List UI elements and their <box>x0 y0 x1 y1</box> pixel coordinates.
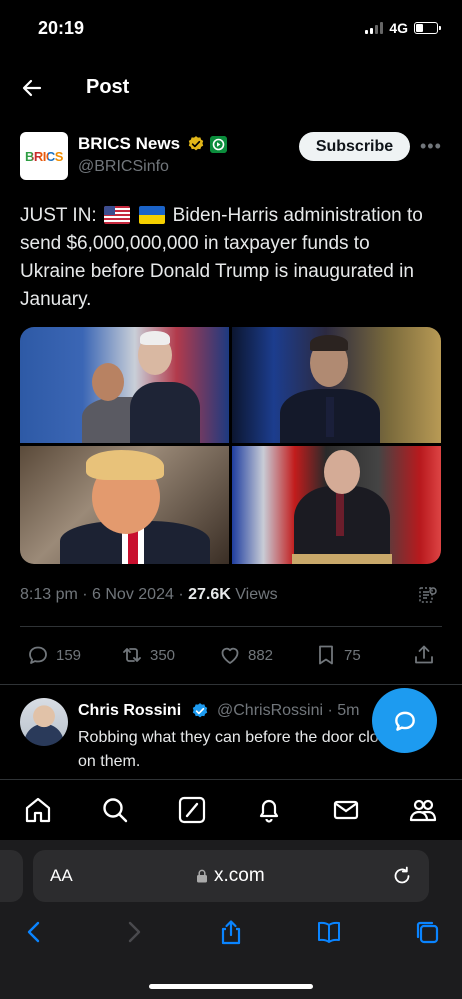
tweet-text: JUST IN: Biden-Harris administration to … <box>20 202 440 314</box>
media-photo-4[interactable] <box>232 446 441 564</box>
verified-icon <box>192 703 208 718</box>
author-avatar[interactable]: BRICS <box>20 132 68 180</box>
ukraine-flag-icon <box>139 206 166 224</box>
repost-action[interactable]: 350 <box>120 643 175 667</box>
url-display[interactable]: x.com <box>196 865 265 887</box>
notifications-bell-icon[interactable] <box>254 795 284 825</box>
compose-reply-button[interactable] <box>372 688 437 753</box>
media-photo-1[interactable] <box>20 327 229 443</box>
reply-action[interactable]: 159 <box>26 643 81 667</box>
communities-icon[interactable] <box>408 795 438 825</box>
repost-icon <box>123 648 141 662</box>
like-action[interactable]: 882 <box>218 643 273 667</box>
author-avatar-text: BRICS <box>25 148 63 164</box>
author-name[interactable]: BRICS News <box>78 134 180 154</box>
network-label: 4G <box>389 20 408 36</box>
tweet-time: 8:13 pm <box>20 586 78 603</box>
affiliate-badge-icon <box>210 136 227 153</box>
share-icon[interactable] <box>412 643 436 667</box>
analytics-icon[interactable] <box>418 585 438 605</box>
repost-count: 350 <box>150 646 176 664</box>
reply-text: Robbing what they can before the door cl… <box>78 729 404 770</box>
media-photo-2[interactable] <box>232 327 441 443</box>
reply-count: 159 <box>56 646 82 664</box>
reply-author-name[interactable]: Chris Rossini <box>78 702 181 720</box>
search-icon[interactable] <box>100 795 130 825</box>
views-count: 27.6K <box>188 586 231 603</box>
url-text: x.com <box>214 865 265 886</box>
like-count: 882 <box>248 646 274 664</box>
page-title: Post <box>86 76 130 98</box>
chat-bubble-icon <box>394 711 415 731</box>
tweet-meta: 8:13 pm · 6 Nov 2024 · 27.6K Views <box>20 586 278 603</box>
grok-icon[interactable] <box>177 795 207 825</box>
home-indicator <box>149 984 313 989</box>
previous-tab-pill[interactable] <box>0 850 23 902</box>
divider <box>0 684 462 685</box>
bookmark-action[interactable]: 75 <box>314 643 361 667</box>
gold-verified-icon <box>188 136 204 151</box>
more-options-icon[interactable]: ••• <box>420 136 442 157</box>
bottom-tab-bar <box>0 779 462 840</box>
browser-share-icon[interactable] <box>217 918 245 946</box>
lock-icon <box>197 869 207 883</box>
browser-forward-icon[interactable] <box>119 918 147 946</box>
reply-icon <box>29 646 47 664</box>
subscribe-button[interactable]: Subscribe <box>299 132 410 161</box>
tweet-prefix: JUST IN: <box>20 205 97 226</box>
reader-aa-button[interactable]: AA <box>50 866 73 886</box>
us-flag-icon <box>104 206 130 224</box>
reload-icon[interactable] <box>391 864 413 886</box>
views-label: Views <box>235 586 278 603</box>
signal-icon <box>365 22 384 34</box>
media-grid[interactable] <box>20 327 441 564</box>
status-indicators: 4G <box>365 20 441 36</box>
back-arrow-icon[interactable] <box>20 76 44 100</box>
author-handle[interactable]: @BRICSinfo <box>78 158 169 176</box>
tabs-icon[interactable] <box>413 918 441 946</box>
reply-handle[interactable]: @ChrisRossini · 5m <box>217 702 359 720</box>
bookmark-icon <box>319 645 333 665</box>
bookmarks-book-icon[interactable] <box>315 918 343 946</box>
home-icon[interactable] <box>23 795 53 825</box>
media-photo-3[interactable] <box>20 446 229 564</box>
status-time: 20:19 <box>38 18 85 38</box>
messages-envelope-icon[interactable] <box>331 795 361 825</box>
divider <box>20 626 442 627</box>
aa-label: AA <box>50 866 73 885</box>
tweet-date: 6 Nov 2024 <box>92 586 174 603</box>
browser-back-icon[interactable] <box>21 918 49 946</box>
bookmark-count: 75 <box>344 646 361 664</box>
reply-avatar[interactable] <box>20 698 68 746</box>
heart-icon <box>221 647 239 664</box>
battery-icon <box>414 22 441 34</box>
